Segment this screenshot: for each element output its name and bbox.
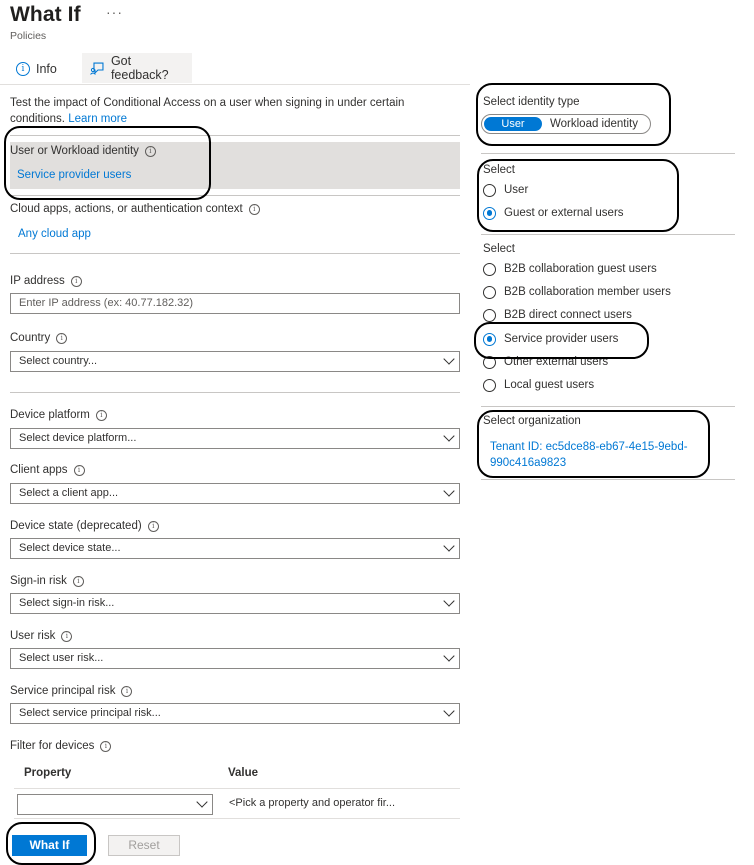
divider [481, 479, 735, 480]
annotation-highlight [477, 159, 679, 232]
annotation-highlight [4, 126, 211, 200]
tab-info-label: Info [36, 62, 57, 76]
info-icon: i [100, 741, 112, 752]
info-icon: i [95, 410, 107, 421]
divider [481, 234, 735, 235]
column-header-property: Property [24, 767, 72, 779]
annotation-highlight [6, 822, 96, 865]
signin-risk-label: Sign-in risk i [10, 575, 84, 587]
sp-risk-label-text: Service principal risk [10, 685, 116, 697]
chevron-down-icon [196, 796, 208, 808]
device-state-value: Select device state... [19, 542, 121, 554]
chevron-down-icon [443, 353, 455, 365]
sp-risk-value: Select service principal risk... [19, 707, 161, 719]
divider [481, 153, 735, 154]
cloud-apps-label-text: Cloud apps, actions, or authentication c… [10, 203, 243, 215]
cloud-apps-label: Cloud apps, actions, or authentication c… [10, 203, 260, 215]
radio-b2b-guest[interactable]: B2B collaboration guest users [483, 261, 657, 277]
tab-feedback[interactable]: Got feedback? [82, 53, 192, 83]
country-label: Country i [10, 332, 68, 344]
info-icon: i [73, 465, 85, 476]
country-label-text: Country [10, 332, 51, 344]
radio-button[interactable] [483, 378, 496, 392]
table-divider [14, 788, 460, 789]
ip-address-input[interactable]: Enter IP address (ex: 40.77.182.32) [10, 293, 460, 314]
annotation-highlight [474, 322, 649, 359]
info-icon: i [16, 62, 30, 76]
info-icon: i [70, 276, 82, 287]
chevron-down-icon [443, 705, 455, 717]
info-icon: i [61, 631, 73, 642]
user-risk-label: User risk i [10, 630, 73, 642]
reset-button[interactable]: Reset [108, 835, 180, 856]
info-icon: i [72, 576, 84, 587]
annotation-highlight [476, 83, 671, 146]
radio-b2b-member[interactable]: B2B collaboration member users [483, 284, 671, 300]
device-platform-dropdown[interactable]: Select device platform... [10, 428, 460, 449]
page-title: What If [10, 3, 81, 26]
value-placeholder: <Pick a property and operator fir... [229, 797, 396, 809]
client-apps-label: Client apps i [10, 464, 85, 476]
tab-feedback-label: Got feedback? [110, 54, 169, 82]
chevron-down-icon [443, 540, 455, 552]
divider [481, 406, 735, 407]
device-platform-label-text: Device platform [10, 409, 90, 421]
info-icon: i [248, 204, 260, 215]
radio-button[interactable] [483, 285, 496, 299]
filter-devices-label: Filter for devices i [10, 740, 112, 752]
user-risk-dropdown[interactable]: Select user risk... [10, 648, 460, 669]
chevron-down-icon [443, 595, 455, 607]
info-icon: i [56, 333, 68, 344]
radio-label: Local guest users [504, 379, 595, 391]
radio-b2b-direct[interactable]: B2B direct connect users [483, 307, 632, 323]
select-guest-label: Select [483, 243, 515, 255]
chevron-down-icon [443, 430, 455, 442]
sp-risk-dropdown[interactable]: Select service principal risk... [10, 703, 460, 724]
client-apps-value: Select a client app... [19, 487, 119, 499]
cloud-apps-link[interactable]: Any cloud app [18, 228, 91, 240]
description: Test the impact of Conditional Access on… [10, 96, 430, 127]
chevron-down-icon [443, 650, 455, 662]
radio-button[interactable] [483, 308, 496, 322]
tab-info[interactable]: i Info [16, 56, 57, 82]
client-apps-label-text: Client apps [10, 464, 68, 476]
country-value: Select country... [19, 355, 98, 367]
property-dropdown[interactable] [17, 794, 213, 815]
radio-local-guest[interactable]: Local guest users [483, 377, 594, 393]
divider [10, 392, 460, 393]
device-platform-value: Select device platform... [19, 432, 137, 444]
signin-risk-dropdown[interactable]: Select sign-in risk... [10, 593, 460, 614]
info-icon: i [147, 521, 159, 532]
client-apps-dropdown[interactable]: Select a client app... [10, 483, 460, 504]
signin-risk-label-text: Sign-in risk [10, 575, 67, 587]
sp-risk-label: Service principal risk i [10, 685, 133, 697]
radio-label: B2B collaboration member users [504, 286, 671, 298]
tab-divider [0, 84, 470, 85]
ip-address-label-text: IP address [10, 275, 65, 287]
more-options-icon[interactable]: ··· [106, 4, 123, 20]
device-state-label: Device state (deprecated) i [10, 520, 159, 532]
country-dropdown[interactable]: Select country... [10, 351, 460, 372]
radio-label: B2B collaboration guest users [504, 263, 657, 275]
learn-more-link[interactable]: Learn more [68, 113, 127, 125]
device-platform-label: Device platform i [10, 409, 107, 421]
annotation-highlight [477, 410, 710, 478]
signin-risk-value: Select sign-in risk... [19, 597, 115, 609]
user-risk-label-text: User risk [10, 630, 56, 642]
ip-address-label: IP address i [10, 275, 82, 287]
user-risk-value: Select user risk... [19, 652, 104, 664]
table-divider [14, 818, 460, 819]
chevron-down-icon [443, 485, 455, 497]
device-state-dropdown[interactable]: Select device state... [10, 538, 460, 559]
filter-devices-label-text: Filter for devices [10, 740, 95, 752]
divider [10, 253, 460, 254]
device-state-label-text: Device state (deprecated) [10, 520, 142, 532]
feedback-icon [90, 62, 104, 75]
info-icon: i [121, 686, 133, 697]
column-header-value: Value [228, 767, 259, 779]
radio-button[interactable] [483, 262, 496, 276]
page-subtitle: Policies [10, 30, 47, 42]
radio-label: B2B direct connect users [504, 309, 632, 321]
